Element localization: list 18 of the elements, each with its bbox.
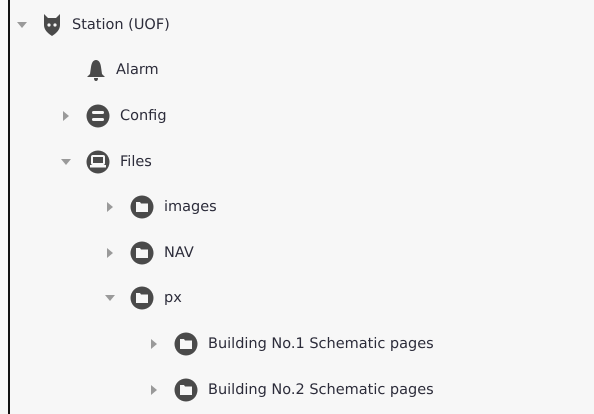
folder-icon [174,332,198,356]
tree-item-label[interactable]: Alarm [116,62,159,78]
drive-icon [86,150,110,174]
tree-item-label[interactable]: Building No.1 Schematic pages [208,336,434,352]
tree-item-label[interactable]: images [164,199,217,216]
database-icon [86,104,110,128]
fox-shield-icon [42,12,62,37]
tree-item-label[interactable]: Station (UOF) [72,16,170,33]
folder-icon [174,378,198,402]
folder-icon [130,195,154,220]
tree-item-label[interactable]: Config [120,108,167,124]
tree-item-label[interactable]: px [164,290,182,306]
tree-item-label[interactable]: Building No.2 Schematic pages [208,382,434,398]
bell-icon [86,59,106,82]
folder-icon [130,240,154,265]
tree-item-label[interactable]: Files [120,154,152,170]
folder-icon [130,286,154,310]
tree-item-label[interactable]: NAV [164,244,194,261]
